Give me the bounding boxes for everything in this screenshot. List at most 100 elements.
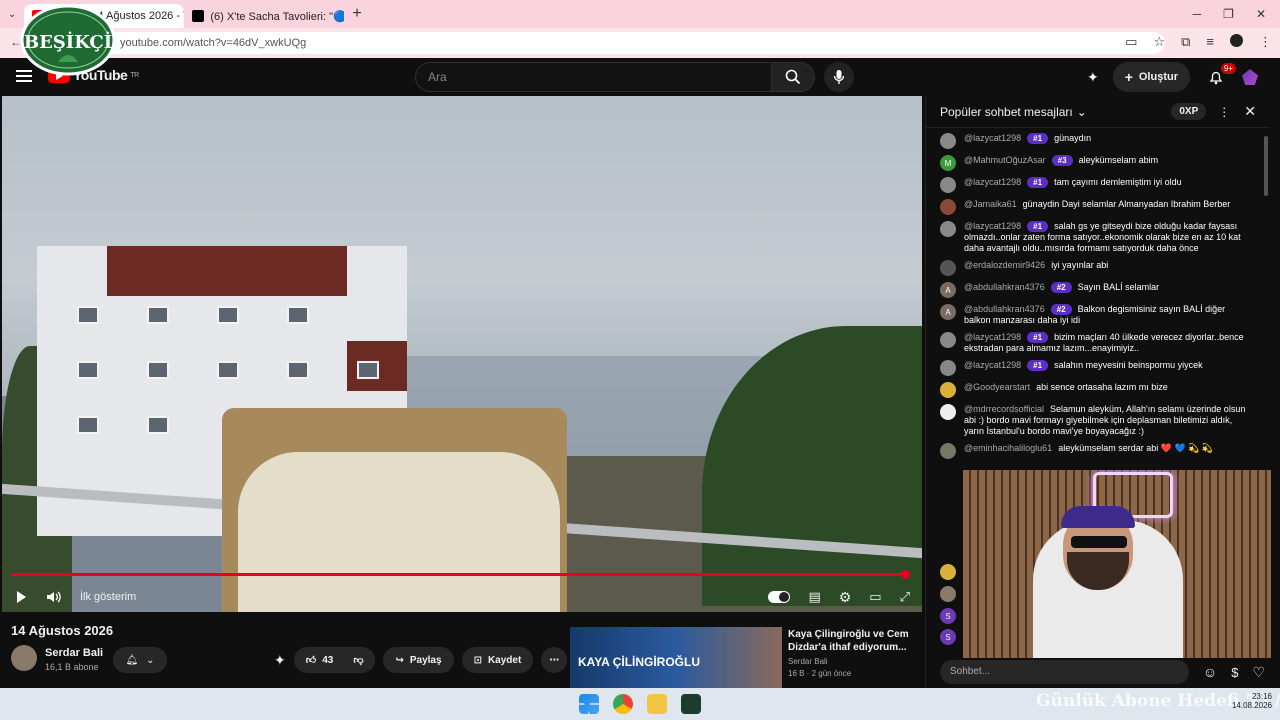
account-avatar[interactable]	[1242, 69, 1258, 85]
chat-message[interactable]: @Goodyearstart abi sence ortasaha lazım m…	[926, 379, 1261, 401]
autoplay-toggle[interactable]	[768, 591, 791, 603]
chat-avatar[interactable]: M	[940, 155, 956, 171]
chat-avatar[interactable]: A	[940, 282, 956, 298]
chat-message[interactable]: @mdrrecordsofficial Selamun aleyküm, Alla…	[926, 401, 1261, 440]
clock-date: 14.08.2026	[1231, 701, 1272, 710]
play-icon[interactable]	[14, 590, 28, 604]
more-options-icon[interactable]: ⋮	[1218, 105, 1230, 119]
chat-message[interactable]: @eminhacihaliloglu61 aleykümselam serdar …	[926, 440, 1261, 462]
theater-mode-icon[interactable]: ▭	[869, 589, 881, 605]
chat-author[interactable]: @abdullahkran4376	[964, 304, 1045, 314]
chat-author[interactable]: @Jamaika61	[964, 199, 1017, 209]
dislike-icon[interactable]: 👎︎	[353, 654, 363, 666]
chat-message[interactable]: @lazycat1298 #1 tam çayımı demlemiştim iyi…	[926, 174, 1261, 196]
chat-message[interactable]: M @MahmutOğuzAsar #3 aleykümselam abim	[926, 152, 1261, 174]
chat-avatar[interactable]	[940, 382, 956, 398]
chat-message[interactable]: A @abdullahkran4376 #2 Balkon degismisiniz …	[926, 301, 1261, 329]
chat-side-avatar[interactable]	[940, 586, 956, 602]
channel-name[interactable]: Serdar Bali	[45, 647, 103, 659]
video-player[interactable]: İlk gösterim ▤ ⚙ ▭ ⤢	[2, 96, 922, 612]
tab-x[interactable]: (6) X'te Sacha Tavolieri: "🔵🔵" ✕	[184, 4, 344, 28]
progress-bar[interactable]	[10, 570, 910, 579]
chat-author[interactable]: @lazycat1298	[964, 177, 1021, 187]
ai-sparkle-icon[interactable]: ✦	[1087, 69, 1099, 86]
chrome-icon[interactable]	[613, 694, 633, 714]
recommended-thumbnail[interactable]: KAYA ÇİLİNGİROĞLU	[570, 627, 782, 688]
chat-author[interactable]: @eminhacihaliloglu61	[964, 443, 1052, 453]
chat-avatar[interactable]	[940, 177, 956, 193]
chat-message[interactable]: @lazycat1298 #1 salahın meyvesini beinspor…	[926, 357, 1261, 379]
chevron-down-icon[interactable]: ⌄	[1077, 105, 1087, 119]
chat-message[interactable]: @lazycat1298 #1 günaydın	[926, 130, 1261, 152]
more-actions-button[interactable]: ⋯	[541, 647, 568, 673]
chat-author[interactable]: @lazycat1298	[964, 133, 1021, 143]
chat-side-avatar[interactable]: S	[940, 629, 956, 645]
chat-avatar[interactable]	[940, 260, 956, 276]
emoji-icon[interactable]: ☺	[1203, 664, 1217, 680]
chat-avatar[interactable]: A	[940, 304, 956, 320]
save-button[interactable]: ⊡ Kaydet	[461, 647, 534, 673]
windows-start-icon[interactable]	[579, 694, 599, 714]
cast-icon[interactable]: ▭	[1125, 34, 1137, 50]
chat-author[interactable]: @lazycat1298	[964, 221, 1021, 231]
super-chat-icon[interactable]: $	[1231, 665, 1238, 680]
chat-author[interactable]: @erdalozdemir9426	[964, 260, 1045, 270]
app-icon[interactable]	[681, 694, 701, 714]
share-button[interactable]: ↪ Paylaş	[383, 647, 454, 673]
close-chat-icon[interactable]: ✕	[1244, 103, 1256, 120]
chat-avatar[interactable]	[940, 133, 956, 149]
chat-message[interactable]: @Jamaika61 günaydin Dayi selamlar Almanya…	[926, 196, 1261, 218]
chat-input[interactable]: Sohbet...	[940, 660, 1189, 684]
volume-icon[interactable]	[46, 590, 62, 604]
browser-menu-icon[interactable]: ⋮	[1259, 34, 1272, 50]
chat-author[interactable]: @Goodyearstart	[964, 382, 1030, 392]
chat-avatar[interactable]	[940, 332, 956, 348]
chat-author[interactable]: @mdrrecordsofficial	[964, 404, 1044, 414]
recommended-title[interactable]: Kaya Çilingiroğlu ve Cem Dizdar'a ithaf …	[788, 628, 918, 654]
bookmark-star-icon[interactable]: ☆	[1153, 34, 1165, 50]
restore-icon[interactable]: ❐	[1223, 7, 1234, 21]
chat-author[interactable]: @abdullahkran4376	[964, 282, 1045, 292]
xp-badge[interactable]: 0XP	[1171, 103, 1207, 120]
channel-avatar[interactable]	[11, 645, 37, 671]
new-tab-button[interactable]: +	[344, 5, 369, 23]
chat-message[interactable]: @erdalozdemir9426 iyi yayınlar abi	[926, 257, 1261, 279]
chat-mode-dropdown[interactable]: Popüler sohbet mesajları	[940, 105, 1073, 119]
chat-scrollbar[interactable]	[1264, 136, 1268, 196]
chat-message[interactable]: A @abdullahkran4376 #2 Sayın BALİ selamlar	[926, 279, 1261, 301]
extensions-icon[interactable]: ⧉	[1181, 34, 1190, 50]
progress-scrubber[interactable]	[901, 570, 910, 579]
chat-author[interactable]: @lazycat1298	[964, 360, 1021, 370]
notification-bell-button[interactable]: 🔔︎ ⌄	[113, 647, 167, 673]
chat-avatar[interactable]	[940, 404, 956, 420]
close-window-icon[interactable]: ✕	[1256, 7, 1266, 21]
settings-gear-icon[interactable]: ⚙	[839, 589, 852, 606]
like-button[interactable]: 👍︎ 43 👎︎	[293, 647, 376, 673]
ai-sparkle-icon[interactable]: ✦	[274, 652, 286, 669]
search-button[interactable]	[771, 62, 815, 92]
create-button[interactable]: + Oluştur	[1112, 62, 1190, 92]
chat-avatar[interactable]	[940, 221, 956, 237]
recommended-video[interactable]: KAYA ÇİLİNGİROĞLU Kaya Çilingiroğlu ve C…	[570, 627, 920, 688]
chat-message[interactable]: @lazycat1298 #1 salah gs ye gitseydi bize …	[926, 218, 1261, 257]
notifications-button[interactable]: 9+	[1204, 63, 1236, 89]
voice-search-button[interactable]	[824, 62, 854, 92]
heart-icon[interactable]: ♡	[1252, 664, 1265, 681]
chat-author[interactable]: @MahmutOğuzAsar	[964, 155, 1046, 165]
search-input[interactable]: Ara	[415, 62, 772, 92]
recommended-channel[interactable]: Serdar Bali	[788, 657, 828, 666]
chat-avatar[interactable]	[940, 199, 956, 215]
chat-side-avatar[interactable]: S	[940, 608, 956, 624]
url-field[interactable]: youtube.com/watch?v=46dV_xwkUQg	[100, 32, 1165, 54]
fullscreen-icon[interactable]: ⤢	[900, 589, 910, 605]
chat-avatar[interactable]	[940, 443, 956, 459]
media-icon[interactable]: ≡	[1206, 34, 1214, 50]
chat-avatar[interactable]	[940, 360, 956, 376]
profile-avatar[interactable]	[1230, 34, 1243, 47]
file-explorer-icon[interactable]	[647, 694, 667, 714]
minimize-icon[interactable]: ─	[1193, 7, 1202, 21]
chat-message[interactable]: @lazycat1298 #1 bizim maçları 40 ülkede ve…	[926, 329, 1261, 357]
chat-author[interactable]: @lazycat1298	[964, 332, 1021, 342]
chat-side-avatar[interactable]	[940, 564, 956, 580]
subtitles-icon[interactable]: ▤	[808, 589, 820, 605]
